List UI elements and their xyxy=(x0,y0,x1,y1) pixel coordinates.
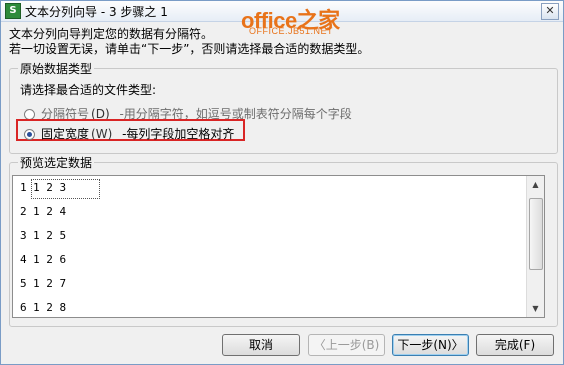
file-type-prompt: 请选择最合适的文件类型: xyxy=(20,83,157,97)
original-data-type-group: 原始数据类型 请选择最合适的文件类型: 分隔符号 (D) -用分隔字符，如逗号或制… xyxy=(9,60,558,154)
fixed-width-shortcut: (W) xyxy=(91,127,113,141)
scroll-up-icon[interactable]: ▲ xyxy=(527,176,544,193)
scroll-thumb[interactable] xyxy=(529,198,543,270)
row-number: 2 xyxy=(20,205,27,218)
office-logo: office之家 OFFICE.JB51.NET xyxy=(241,3,361,37)
preview-scrollbar[interactable]: ▲ ▼ xyxy=(526,176,544,317)
row-value: 1 2 4 xyxy=(33,205,67,218)
intro-line-2: 若一切设置无误，请单击“下一步”，否则请选择最合适的数据类型。 xyxy=(9,42,370,56)
row-number: 3 xyxy=(20,229,27,242)
close-icon[interactable]: ✕ xyxy=(541,3,559,20)
back-button[interactable]: 〈上一步(B) xyxy=(308,334,385,356)
original-data-type-title: 原始数据类型 xyxy=(18,60,95,77)
column-selection-box[interactable] xyxy=(31,179,100,199)
row-value: 1 2 6 xyxy=(33,253,67,266)
cancel-button[interactable]: 取消 xyxy=(222,334,300,356)
row-value: 1 2 7 xyxy=(33,277,67,290)
row-value: 1 2 8 xyxy=(33,301,67,314)
fixed-width-radio[interactable] xyxy=(24,129,35,140)
text-to-columns-wizard-dialog: S 文本分列向导 - 3 步骤之 1 ✕ office之家 OFFICE.JB5… xyxy=(0,0,564,365)
scroll-down-icon[interactable]: ▼ xyxy=(527,300,544,317)
row-number: 1 xyxy=(20,181,27,194)
preview-pane[interactable]: 1 1 2 3 2 1 2 4 3 1 2 5 4 1 2 6 5 1 2 7 … xyxy=(12,175,545,318)
fixed-width-description: -每列字段加空格对齐 xyxy=(122,127,235,141)
fixed-width-label: 固定宽度 xyxy=(41,127,90,141)
logo-sub-text: OFFICE.JB51.NET xyxy=(249,26,334,36)
fixed-width-option[interactable]: 固定宽度 (W) -每列字段加空格对齐 xyxy=(24,125,234,142)
window-title: 文本分列向导 - 3 步骤之 1 xyxy=(25,5,168,19)
next-button[interactable]: 下一步(N)〉 xyxy=(392,334,469,356)
row-number: 5 xyxy=(20,277,27,290)
row-value: 1 2 5 xyxy=(33,229,67,242)
row-number: 6 xyxy=(20,301,27,314)
spreadsheet-app-icon: S xyxy=(5,3,21,19)
row-number: 4 xyxy=(20,253,27,266)
finish-button[interactable]: 完成(F) xyxy=(476,334,554,356)
preview-title: 预览选定数据 xyxy=(18,154,95,171)
